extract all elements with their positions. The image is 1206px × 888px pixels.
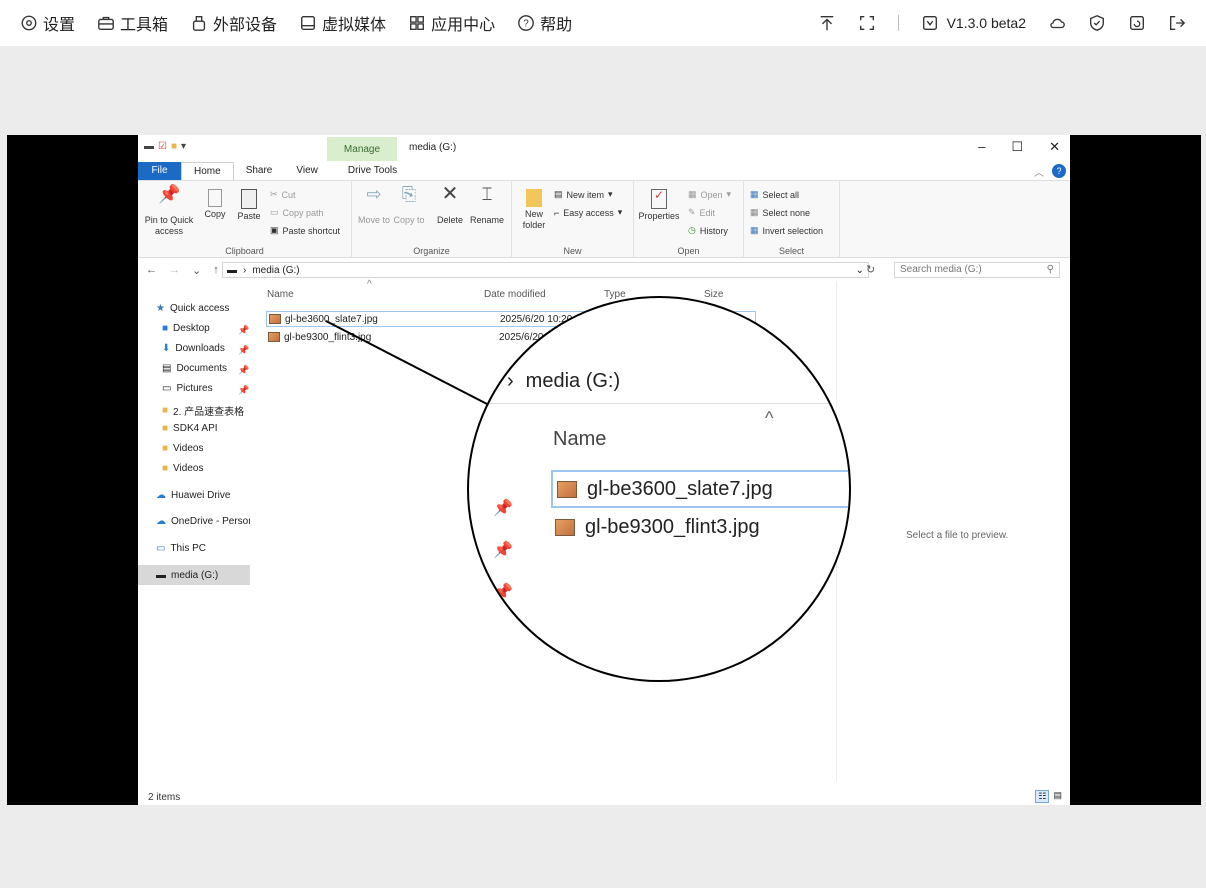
magnified-file-name: gl-be3600_slate7.jpg — [587, 477, 773, 500]
magnifier-lens: › media (G:) ^ Name 📌 📌 📌 gl-be3600_slat… — [467, 296, 851, 682]
breadcrumb-chevron-icon: › — [507, 370, 514, 392]
magnified-column-name: Name — [553, 428, 607, 450]
pin-icon: 📌 — [493, 584, 513, 601]
magnified-file-row: gl-be9300_flint3.jpg — [551, 508, 849, 546]
magnified-address-bar: › media (G:) — [469, 360, 849, 404]
sort-up-icon: ^ — [765, 408, 774, 428]
magnified-address: media (G:) — [525, 370, 621, 392]
pin-icon: 📌 — [493, 542, 513, 559]
pin-icon: 📌 — [493, 500, 513, 517]
image-file-icon — [557, 480, 577, 498]
image-file-icon — [555, 518, 575, 536]
magnified-file-name: gl-be9300_flint3.jpg — [585, 515, 760, 538]
magnified-file-row: gl-be3600_slate7.jpg — [551, 470, 849, 508]
